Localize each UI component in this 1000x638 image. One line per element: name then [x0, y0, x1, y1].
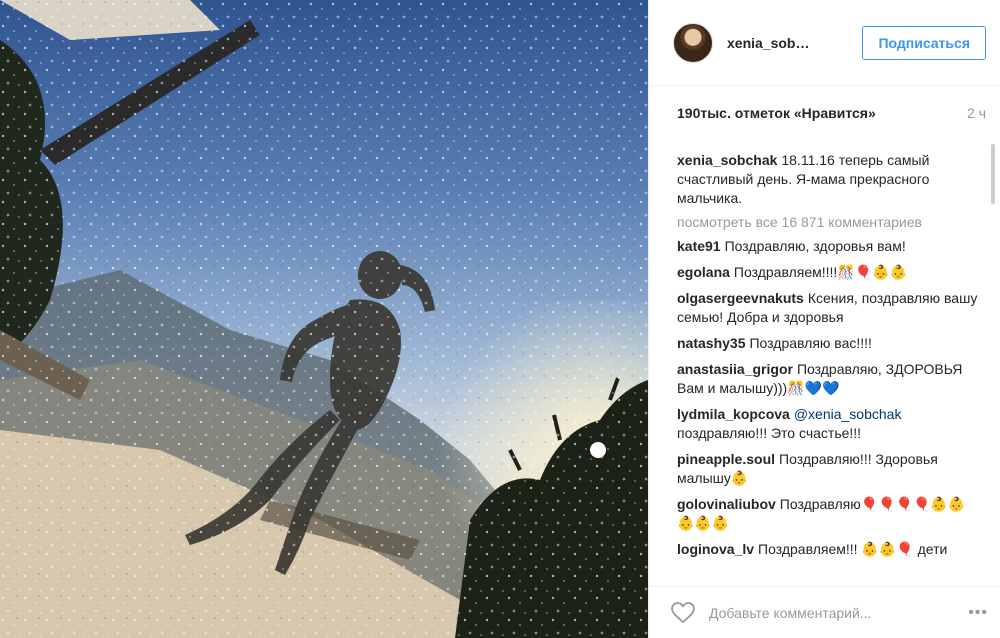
comment-input[interactable] — [709, 604, 969, 621]
author-username[interactable]: xenia_sob… — [727, 35, 862, 51]
comment-username[interactable]: anastasiia_grigor — [677, 361, 793, 377]
comment-item: anastasiia_grigor Поздравляю, ЗДОРОВЬЯ Ва… — [677, 360, 980, 398]
comment-item: pineapple.soul Поздравляю!!! Здоровья мал… — [677, 450, 980, 488]
comment-text: Поздравляем!!!!🎊🎈👶👶 — [733, 264, 908, 280]
comment-username[interactable]: egolana — [677, 264, 730, 280]
caption-username[interactable]: xenia_sobchak — [677, 152, 777, 168]
post-photo[interactable] — [0, 0, 648, 638]
heart-icon[interactable] — [669, 599, 697, 627]
photo-scene — [0, 0, 648, 638]
scrollbar-thumb[interactable] — [991, 144, 995, 204]
comment-username[interactable]: natashy35 — [677, 335, 745, 351]
comments-list[interactable]: xenia_sobchak 18.11.16 теперь самый счаст… — [649, 140, 1000, 586]
avatar[interactable] — [673, 22, 713, 63]
comment-username[interactable]: lydmila_kopcova — [677, 406, 790, 422]
likes-count[interactable]: 190тыс. отметок «Нравится» — [677, 105, 876, 121]
comments-scrollbar[interactable] — [991, 140, 997, 580]
comment-username[interactable]: golovinaliubov — [677, 496, 776, 512]
comment-text: поздравляю!!! Это счастье!!! — [677, 425, 862, 441]
post-side-panel: xenia_sob… Подписаться 190тыс. отметок «… — [648, 0, 1000, 638]
comment-username[interactable]: kate91 — [677, 238, 721, 254]
comment-username[interactable]: olgasergeevnakuts — [677, 290, 804, 306]
instagram-post: xenia_sob… Подписаться 190тыс. отметок «… — [0, 0, 1000, 638]
comment-text: Поздравляем!!! 👶👶🎈 дети — [758, 541, 948, 557]
comment-item: olgasergeevnakuts Ксения, поздравляю вашу… — [677, 289, 980, 327]
more-dots-icon[interactable]: ••• — [968, 604, 988, 622]
comment-text: Поздравляю, здоровья вам! — [724, 238, 906, 254]
comment-item: lydmila_kopcova @xenia_sobchak поздравляю… — [677, 405, 980, 443]
post-time[interactable]: 2 ч — [967, 105, 986, 121]
comment-item: kate91 Поздравляю, здоровья вам! — [677, 237, 980, 256]
caption: xenia_sobchak 18.11.16 теперь самый счаст… — [677, 151, 980, 208]
comment-username[interactable]: pineapple.soul — [677, 451, 775, 467]
comment-footer: ••• — [649, 586, 1000, 638]
comment-text: Поздравляю вас!!!! — [749, 335, 872, 351]
comment-username[interactable]: loginova_lv — [677, 541, 754, 557]
follow-button[interactable]: Подписаться — [862, 25, 986, 60]
comment-item: egolana Поздравляем!!!!🎊🎈👶👶 — [677, 263, 980, 282]
comment-item: golovinaliubov Поздравляю🎈🎈🎈🎈👶👶👶👶👶 — [677, 495, 980, 533]
comment-item: loginova_lv Поздравляем!!! 👶👶🎈 дети — [677, 540, 980, 559]
comment-item: natashy35 Поздравляю вас!!!! — [677, 334, 980, 353]
view-all-comments-link[interactable]: посмотреть все 16 871 комментариев — [677, 214, 980, 230]
post-header: xenia_sob… Подписаться — [649, 0, 1000, 86]
likes-row: 190тыс. отметок «Нравится» 2 ч — [649, 86, 1000, 140]
comment-mention[interactable]: @xenia_sobchak — [794, 406, 902, 422]
